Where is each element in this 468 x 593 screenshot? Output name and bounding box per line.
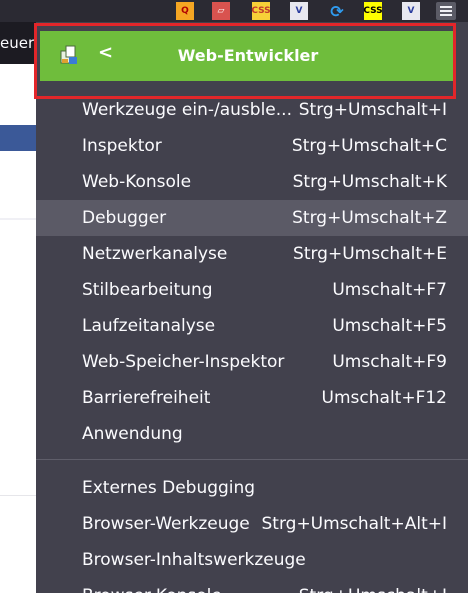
menu-item[interactable]: Browser-Werkzeuge Strg+Umschalt+Alt+I: [36, 506, 468, 542]
validator-v-icon[interactable]: V: [290, 2, 308, 20]
menu-item-label: Laufzeitanalyse: [82, 316, 216, 336]
menu-item-shortcut: Umschalt+F9: [332, 352, 447, 372]
menu-item-shortcut: Strg+Umschalt+K: [292, 172, 447, 192]
hamburger-menu-icon[interactable]: [436, 2, 456, 20]
menu-item-shortcut: Umschalt+F5: [332, 316, 447, 336]
page-divider: [0, 218, 40, 220]
menu-item[interactable]: Browser-Konsole Strg+Umschalt+J: [36, 578, 468, 593]
css-yellow-icon[interactable]: CSS: [363, 2, 383, 20]
menu-item[interactable]: Anwendung: [36, 416, 468, 452]
menu-item[interactable]: Netzwerkanalyse Strg+Umschalt+E: [36, 236, 468, 272]
menu-item-shortcut: Strg+Umschalt+C: [291, 136, 447, 156]
page-banner: [0, 125, 40, 151]
menu-item-label: Anwendung: [82, 424, 183, 444]
menu-item[interactable]: Externes Debugging: [36, 470, 468, 506]
validator-v2-icon[interactable]: V: [402, 2, 420, 20]
tab-label[interactable]: euer: [0, 34, 34, 52]
developer-menu-panel: < Web-Entwickler Werkzeuge ein-/ausble..…: [36, 22, 468, 593]
menu-item[interactable]: Debugger Strg+Umschalt+Z: [36, 200, 468, 236]
menu-item-label: Browser-Konsole: [82, 578, 222, 593]
menu-item-label: Browser-Inhaltswerkzeuge: [82, 550, 306, 570]
page-divider: [0, 495, 40, 496]
menu-item-label: Stilbearbeitung: [82, 280, 213, 300]
refresh-icon[interactable]: ⟳: [328, 2, 346, 21]
search-extension-icon[interactable]: Q: [176, 2, 194, 20]
highlight-frame: [34, 23, 456, 99]
menu-item[interactable]: Stilbearbeitung Umschalt+F7: [36, 272, 468, 308]
menu-item-shortcut: Umschalt+F7: [332, 280, 447, 300]
menu-item[interactable]: Web-Speicher-Inspektor Umschalt+F9: [36, 344, 468, 380]
menu-item-label: Debugger: [82, 208, 167, 228]
pdf-extension-icon[interactable]: ▱: [212, 2, 230, 20]
menu-item-shortcut: Strg+Umschalt+E: [293, 244, 447, 264]
menu-item-shortcut: Umschalt+F12: [321, 388, 447, 408]
menu-item-label: Browser-Werkzeuge: [82, 514, 250, 534]
menu-item-label: Inspektor: [82, 136, 162, 156]
menu-item-label: Netzwerkanalyse: [82, 244, 228, 264]
menu-item-label: Web-Konsole: [82, 172, 192, 192]
browser-toolbar: Q ▱ CSS V ⟳ CSS V: [0, 0, 468, 22]
menu-item-label: Barrierefreiheit: [82, 388, 211, 408]
menu-item-label: Web-Speicher-Inspektor: [82, 352, 285, 372]
menu-item-shortcut: Strg+Umschalt+Alt+I: [261, 514, 448, 534]
menu-item-shortcut: Strg+Umschalt+J: [299, 578, 447, 593]
menu-item[interactable]: Web-Konsole Strg+Umschalt+K: [36, 164, 468, 200]
menu-item[interactable]: Laufzeitanalyse Umschalt+F5: [36, 308, 468, 344]
menu-item-label: Externes Debugging: [82, 478, 256, 498]
menu-separator: [36, 459, 468, 460]
menu-item[interactable]: Browser-Inhaltswerkzeuge: [36, 542, 468, 578]
css-viewer-icon[interactable]: CSS: [251, 2, 271, 20]
menu-item[interactable]: Barrierefreiheit Umschalt+F12: [36, 380, 468, 416]
menu-item-shortcut: Strg+Umschalt+Z: [292, 208, 447, 228]
menu-item[interactable]: Inspektor Strg+Umschalt+C: [36, 128, 468, 164]
